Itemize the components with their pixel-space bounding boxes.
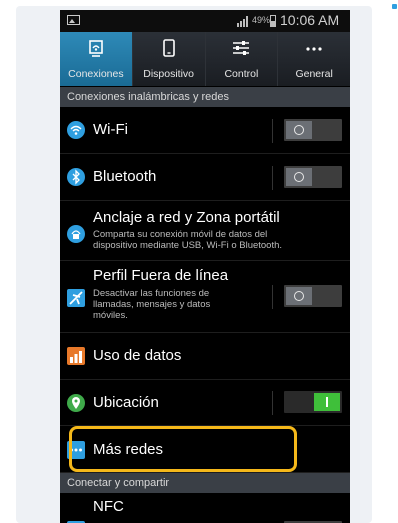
setting-row-tethering[interactable]: Anclaje a red y Zona portátil Comparta s…: [60, 201, 350, 261]
section-header-wireless: Conexiones inalámbricas y redes: [60, 87, 350, 107]
setting-row-location[interactable]: Ubicación: [60, 380, 350, 426]
airplane-icon: [67, 289, 85, 307]
toggle-knob: [314, 393, 340, 411]
row-title: NFC: [93, 498, 124, 515]
row-description: Desactivar las funciones de: [93, 288, 210, 299]
bluetooth-icon: [67, 168, 85, 186]
row-title: Anclaje a red y Zona portátil: [93, 209, 280, 226]
toggle-knob: [286, 168, 312, 186]
tab-conexiones[interactable]: Conexiones: [60, 32, 133, 86]
sliders-icon: [233, 41, 250, 55]
divider: [272, 119, 273, 143]
data-usage-icon: [67, 347, 85, 365]
battery-percentage: 49%: [252, 15, 271, 25]
tab-control[interactable]: Control: [206, 32, 279, 86]
location-icon: [67, 394, 85, 412]
location-toggle[interactable]: [284, 391, 342, 413]
screenshot-notification-icon: [67, 15, 80, 25]
setting-row-wifi[interactable]: Wi-Fi: [60, 107, 350, 154]
wifi-icon: [67, 121, 85, 139]
tab-dispositivo[interactable]: Dispositivo: [133, 32, 206, 86]
tab-label: Control: [224, 68, 259, 80]
bluetooth-toggle[interactable]: [284, 166, 342, 188]
highlight-annotation: [69, 426, 297, 472]
signal-icon: [237, 16, 250, 27]
tab-label: General: [295, 68, 333, 80]
hotspot-icon: [67, 225, 85, 243]
more-icon: [306, 47, 322, 51]
row-title: Perfil Fuera de línea: [93, 267, 229, 284]
toggle-knob: [286, 121, 312, 139]
row-description: móviles.: [93, 310, 128, 321]
row-description: llamadas, mensajes y datos: [93, 299, 211, 310]
divider: [272, 391, 273, 415]
toggle-knob: [286, 287, 312, 305]
row-title: Bluetooth: [93, 168, 157, 185]
settings-tabs: Conexiones Dispositivo Control General: [60, 32, 350, 86]
wifi-toggle[interactable]: [284, 119, 342, 141]
divider: [272, 285, 273, 309]
row-description: Comparta su conexión móvil de datos del: [93, 229, 268, 240]
status-bar: 49% 10:06 AM: [60, 10, 350, 32]
row-title: Wi-Fi: [93, 121, 128, 138]
corner-mark: [392, 4, 397, 9]
airplane-toggle[interactable]: [284, 285, 342, 307]
row-title: Uso de datos: [93, 347, 182, 364]
divider: [272, 166, 273, 190]
row-description: dispositivo mediante USB, Wi-Fi o Blueto…: [93, 240, 283, 251]
row-title: Ubicación: [93, 394, 159, 411]
setting-row-nfc[interactable]: NFC: [60, 493, 350, 523]
battery-icon: [270, 15, 276, 27]
section-header-connect-share: Conectar y compartir: [60, 473, 350, 493]
setting-row-data-usage[interactable]: Uso de datos: [60, 333, 350, 380]
tab-label: Conexiones: [68, 68, 124, 80]
setting-row-airplane-mode[interactable]: Perfil Fuera de línea Desactivar las fun…: [60, 261, 350, 333]
device-icon: [162, 39, 175, 57]
connections-icon: [89, 40, 103, 57]
clock: 10:06 AM: [280, 12, 340, 28]
setting-row-bluetooth[interactable]: Bluetooth: [60, 154, 350, 201]
tab-general[interactable]: General: [278, 32, 350, 86]
tab-label: Dispositivo: [143, 68, 195, 80]
